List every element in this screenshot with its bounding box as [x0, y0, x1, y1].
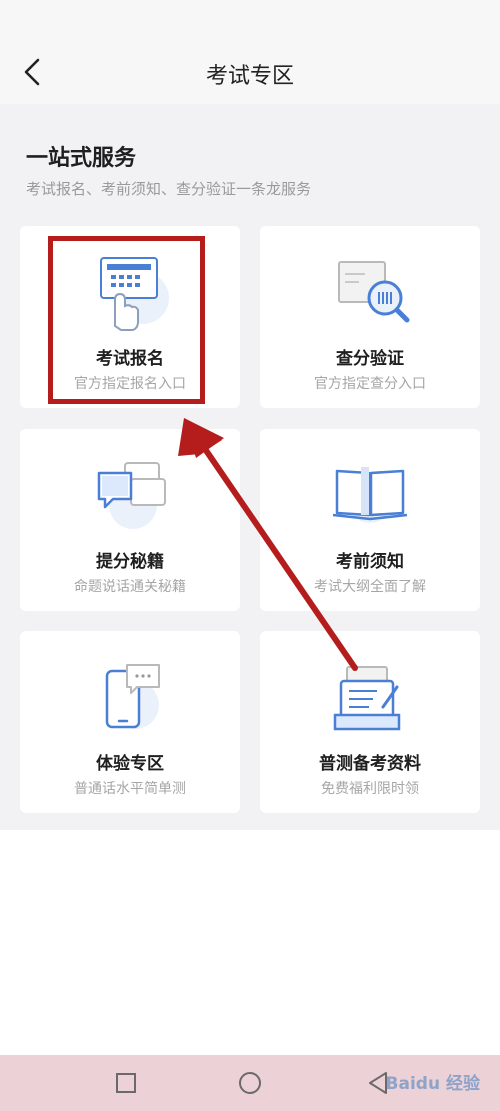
card-subtitle: 官方指定查分入口 — [314, 376, 426, 392]
card-score-check[interactable]: 查分验证 官方指定查分入口 — [260, 226, 480, 408]
materials-icon — [333, 666, 401, 731]
score-check-icon — [338, 261, 410, 323]
card-title: 普测备考资料 — [319, 754, 421, 774]
registration-icon — [100, 257, 169, 331]
recent-apps-button[interactable] — [110, 1067, 142, 1099]
card-title: 查分验证 — [336, 349, 404, 369]
card-title: 体验专区 — [96, 754, 164, 774]
status-bar — [0, 0, 500, 40]
baidu-watermark: Baidu 经验 — [385, 1074, 480, 1094]
circle-icon — [239, 1072, 261, 1094]
chat-bubbles-icon — [97, 462, 166, 529]
card-subtitle: 命题说话通关秘籍 — [74, 579, 186, 595]
card-exam-registration[interactable]: 考试报名 官方指定报名入口 — [20, 226, 240, 408]
card-title: 提分秘籍 — [96, 552, 164, 572]
card-pre-exam-notes[interactable]: 考前须知 考试大纲全面了解 — [260, 429, 480, 611]
card-subtitle: 官方指定报名入口 — [74, 376, 186, 392]
card-title: 考试报名 — [96, 349, 164, 369]
card-prep-materials[interactable]: 普测备考资料 免费福利限时领 — [260, 631, 480, 813]
system-nav-bar: Baidu 经验 — [0, 1055, 500, 1111]
top-nav-bar: 考试专区 — [0, 40, 500, 104]
card-subtitle: 考试大纲全面了解 — [314, 579, 426, 595]
card-subtitle: 普通话水平简单测 — [74, 781, 186, 797]
blank-content-area — [0, 830, 500, 1055]
book-icon — [332, 467, 408, 523]
home-button[interactable] — [234, 1067, 266, 1099]
card-experience-zone[interactable]: 体验专区 普通话水平简单测 — [20, 631, 240, 813]
section-title: 一站式服务 — [26, 146, 137, 171]
card-subtitle: 免费福利限时领 — [321, 781, 419, 797]
section-subtitle: 考试报名、考前须知、查分验证一条龙服务 — [26, 180, 312, 198]
card-score-tips[interactable]: 提分秘籍 命题说话通关秘籍 — [20, 429, 240, 611]
phone-chat-icon — [105, 664, 160, 729]
card-title: 考前须知 — [336, 552, 404, 572]
page-title: 考试专区 — [205, 64, 294, 89]
square-icon — [116, 1073, 136, 1093]
